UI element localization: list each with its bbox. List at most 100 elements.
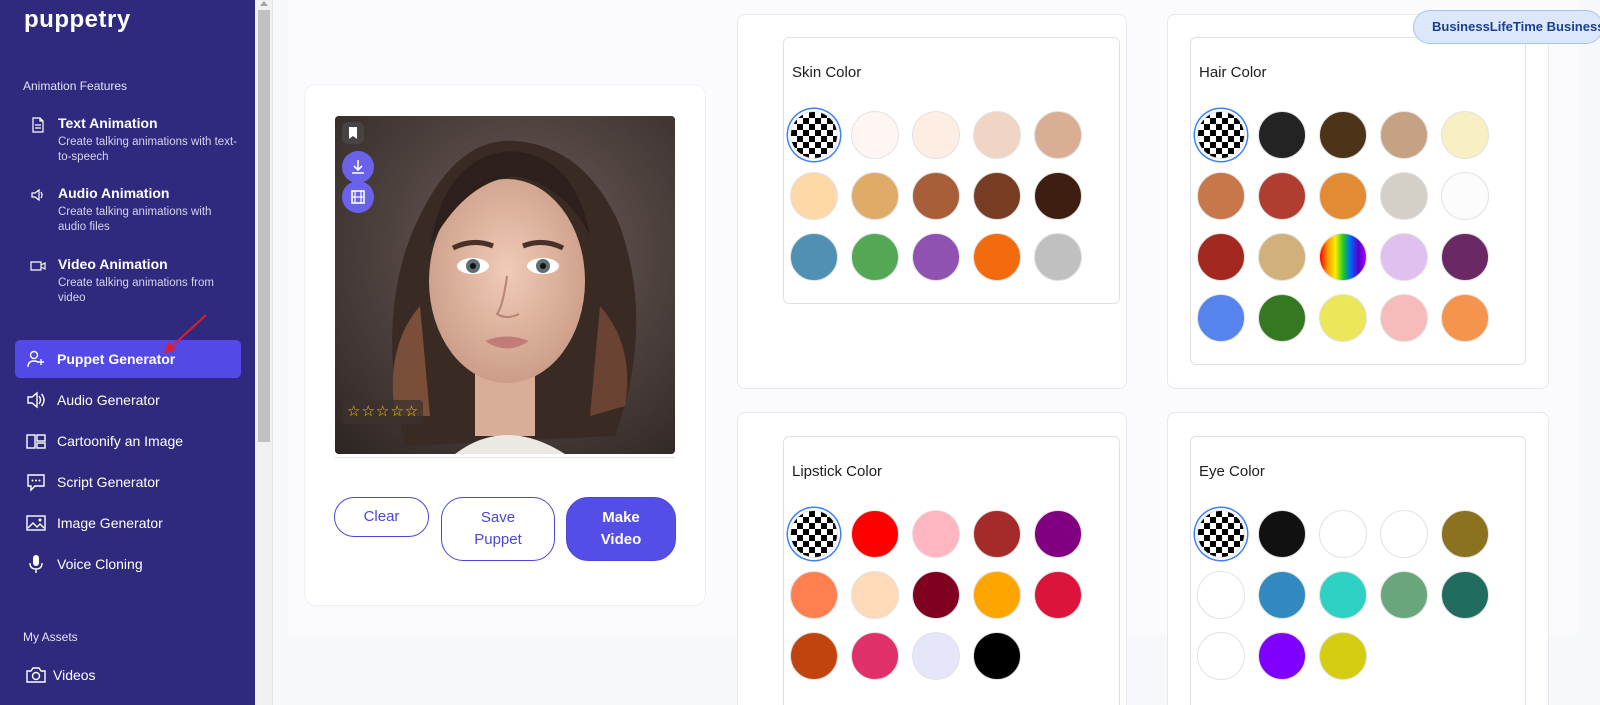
sidebar-item-script-generator[interactable]: Script Generator [15, 463, 241, 501]
lipstick-swatch-transparent[interactable] [790, 510, 838, 558]
app-logo[interactable]: puppetry [24, 6, 131, 34]
sidebar-item-desc: Create talking animations from video [58, 277, 214, 304]
sidebar-scrollbar[interactable] [255, 0, 273, 705]
skin-color-swatch[interactable] [790, 233, 838, 281]
skin-color-swatch[interactable] [851, 172, 899, 220]
sidebar-item-voice-cloning[interactable]: Voice Cloning [15, 545, 241, 583]
skin-color-swatch[interactable] [973, 172, 1021, 220]
lipstick-color-swatch[interactable] [851, 632, 899, 680]
section-label-animation-features: Animation Features [23, 79, 128, 93]
eye-color-swatch[interactable] [1380, 571, 1428, 619]
hair-color-swatch[interactable] [1441, 172, 1489, 220]
plan-badge[interactable]: BusinessLifeTime Business [1413, 10, 1600, 44]
lipstick-color-swatch[interactable] [790, 571, 838, 619]
bookmark-button[interactable] [342, 122, 364, 144]
hair-color-panel: Hair Color [1190, 37, 1526, 365]
skin-color-swatch[interactable] [851, 111, 899, 159]
lipstick-color-swatch[interactable] [851, 571, 899, 619]
skin-swatch-transparent[interactable] [790, 111, 838, 159]
lipstick-color-swatch[interactable] [912, 510, 960, 558]
eye-color-swatch[interactable] [1258, 632, 1306, 680]
skin-color-swatch[interactable] [973, 111, 1021, 159]
eye-color-swatch[interactable] [1441, 510, 1489, 558]
eye-color-swatch[interactable] [1319, 632, 1367, 680]
skin-color-swatch[interactable] [1034, 111, 1082, 159]
rating-stars[interactable]: ☆☆☆☆☆ [343, 400, 424, 424]
hair-color-swatch[interactable] [1319, 111, 1367, 159]
film-button[interactable] [342, 181, 374, 213]
sidebar-item-audio-animation[interactable]: Audio Animation Create talking animation… [30, 185, 245, 235]
lipstick-color-swatch[interactable] [1034, 510, 1082, 558]
skin-color-swatch[interactable] [912, 233, 960, 281]
lipstick-color-swatch[interactable] [1034, 571, 1082, 619]
lipstick-color-swatch[interactable] [973, 510, 1021, 558]
sidebar-item-title: Video Animation [58, 256, 168, 272]
eye-color-swatch[interactable] [1258, 571, 1306, 619]
skin-color-swatch[interactable] [912, 111, 960, 159]
portrait-divider [335, 457, 675, 458]
sidebar-item-label: Puppet Generator [57, 351, 176, 367]
skin-color-swatch[interactable] [851, 233, 899, 281]
sidebar: puppetry Animation Features Text Animati… [0, 0, 255, 705]
hair-color-swatch[interactable] [1258, 294, 1306, 342]
hair-color-swatch[interactable] [1380, 111, 1428, 159]
eye-swatch-transparent[interactable] [1197, 510, 1245, 558]
sidebar-item-videos[interactable]: Videos [15, 656, 241, 694]
lipstick-color-swatch[interactable] [790, 632, 838, 680]
hair-color-swatch[interactable] [1319, 294, 1367, 342]
lipstick-color-swatch[interactable] [851, 510, 899, 558]
sidebar-item-title: Text Animation [58, 115, 158, 131]
sidebar-item-text-animation[interactable]: Text Animation Create talking animations… [30, 115, 245, 165]
scrollbar-thumb[interactable] [258, 10, 270, 442]
make-video-button[interactable]: Make Video [566, 497, 676, 561]
microphone-icon [29, 555, 43, 573]
chat-bubble-icon [27, 474, 45, 492]
lipstick-color-swatch[interactable] [912, 632, 960, 680]
lipstick-color-swatch[interactable] [912, 571, 960, 619]
clear-button[interactable]: Clear [334, 497, 429, 537]
hair-color-swatch[interactable] [1441, 233, 1489, 281]
skin-color-swatch[interactable] [1034, 172, 1082, 220]
hair-color-swatch[interactable] [1380, 294, 1428, 342]
hair-color-swatch[interactable] [1197, 233, 1245, 281]
hair-color-swatch[interactable] [1380, 172, 1428, 220]
skin-color-swatch[interactable] [1034, 233, 1082, 281]
hair-color-swatch[interactable] [1258, 233, 1306, 281]
hair-color-swatch[interactable] [1258, 111, 1306, 159]
eye-color-swatch[interactable] [1380, 510, 1428, 558]
sidebar-item-title: Audio Animation [58, 185, 170, 201]
user-plus-icon [27, 350, 44, 368]
lipstick-color-swatch[interactable] [973, 571, 1021, 619]
eye-color-swatch[interactable] [1197, 571, 1245, 619]
hair-color-swatch[interactable] [1441, 294, 1489, 342]
eye-color-swatch[interactable] [1197, 632, 1245, 680]
sidebar-item-audio-generator[interactable]: Audio Generator [15, 381, 241, 419]
hair-color-swatch[interactable] [1380, 233, 1428, 281]
sidebar-item-cartoonify[interactable]: Cartoonify an Image [15, 422, 241, 460]
eye-color-swatch[interactable] [1319, 571, 1367, 619]
hair-swatch-rainbow[interactable] [1319, 233, 1367, 281]
hair-color-swatch[interactable] [1258, 172, 1306, 220]
sidebar-item-image-generator[interactable]: Image Generator [15, 504, 241, 542]
section-label-my-assets: My Assets [23, 630, 78, 644]
skin-color-swatch[interactable] [973, 233, 1021, 281]
scroll-up-arrow-icon[interactable] [260, 1, 268, 6]
lipstick-color-swatch[interactable] [973, 632, 1021, 680]
eye-color-swatch[interactable] [1258, 510, 1306, 558]
sidebar-item-video-animation[interactable]: Video Animation Create talking animation… [30, 256, 245, 306]
save-puppet-button[interactable]: Save Puppet [441, 497, 555, 561]
hair-color-swatch[interactable] [1441, 111, 1489, 159]
lipstick-color-panel: Lipstick Color [783, 436, 1120, 705]
hair-color-swatch[interactable] [1197, 294, 1245, 342]
panel-title: Hair Color [1199, 64, 1267, 81]
skin-color-swatch[interactable] [790, 172, 838, 220]
sidebar-item-label: Cartoonify an Image [57, 433, 184, 449]
eye-color-swatch[interactable] [1319, 510, 1367, 558]
hair-swatch-transparent[interactable] [1197, 111, 1245, 159]
hair-color-swatch[interactable] [1197, 172, 1245, 220]
eye-color-swatch[interactable] [1441, 571, 1489, 619]
download-button[interactable] [342, 151, 374, 183]
hair-color-swatch[interactable] [1319, 172, 1367, 220]
skin-color-swatch[interactable] [912, 172, 960, 220]
image-icon [26, 515, 46, 531]
